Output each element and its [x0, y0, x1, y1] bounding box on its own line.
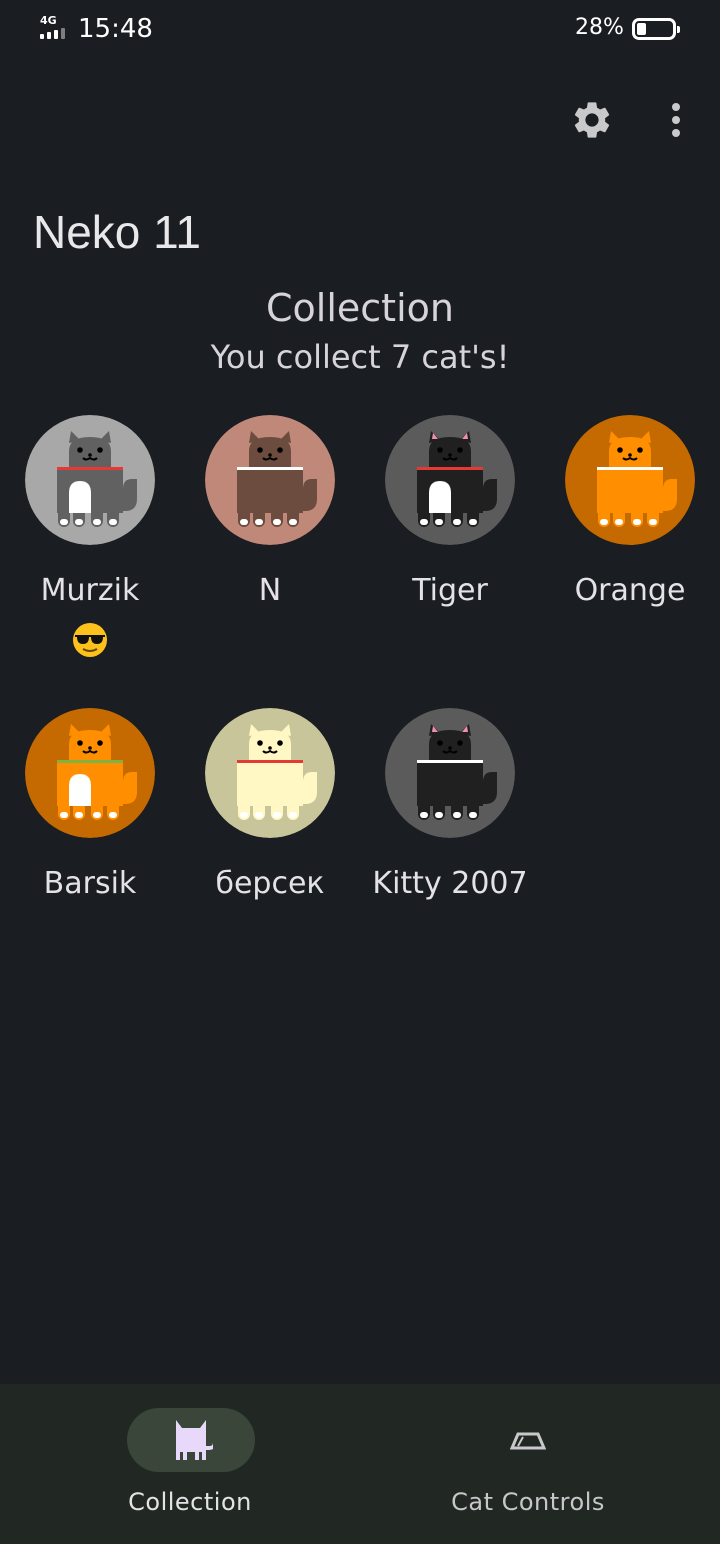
cat-item[interactable]: N [180, 415, 360, 615]
cat-name: Murzik [40, 573, 140, 608]
cat-item[interactable]: Murzik [0, 415, 180, 663]
collection-subtitle: You collect 7 cat's! [210, 338, 510, 376]
status-bar: 4G 15:48 28% [0, 0, 720, 60]
more-options-button[interactable] [652, 96, 700, 144]
nav-label-cat-controls: Cat Controls [451, 1488, 605, 1516]
app-title: Neko 11 [33, 206, 201, 258]
cat-avatar [25, 415, 155, 545]
sunglasses-emoji-icon [73, 622, 107, 657]
cat-item[interactable]: берсек [180, 708, 360, 908]
network-type: 4G [40, 14, 57, 27]
cat-item[interactable]: Orange [540, 415, 720, 615]
cat-name: Orange [574, 573, 686, 608]
cat-item[interactable]: Tiger [360, 415, 540, 615]
cat-avatar [385, 415, 515, 545]
more-vert-icon [672, 103, 680, 137]
cat-avatar [205, 415, 335, 545]
collection-title: Collection [266, 286, 454, 330]
cat-item[interactable]: Kitty 2007 [360, 708, 540, 908]
cat-icon [176, 1420, 213, 1460]
nav-label-collection: Collection [128, 1488, 252, 1516]
cat-name: Barsik [43, 866, 137, 901]
cat-name: N [258, 573, 282, 608]
cat-name: берсек [215, 866, 325, 901]
food-bowl-icon [510, 1432, 546, 1450]
battery-percent: 28% [575, 15, 624, 40]
cat-name-emoji [0, 615, 180, 663]
cat-avatar [565, 415, 695, 545]
battery-icon [632, 18, 680, 40]
signal-icon: 4G [40, 14, 70, 40]
settings-button[interactable] [568, 96, 616, 144]
nav-item-cat-controls[interactable]: Cat Controls [348, 1384, 708, 1544]
nav-item-collection[interactable]: Collection [10, 1384, 370, 1544]
bottom-navigation: Collection Cat Controls [0, 1384, 720, 1544]
cat-avatar [385, 708, 515, 838]
status-time: 15:48 [78, 14, 153, 44]
cat-avatar [25, 708, 155, 838]
gear-icon [574, 102, 610, 138]
cat-name: Kitty 2007 [372, 866, 528, 901]
cat-avatar [205, 708, 335, 838]
cat-name: Tiger [412, 573, 488, 608]
cat-item[interactable]: Barsik [0, 708, 180, 908]
